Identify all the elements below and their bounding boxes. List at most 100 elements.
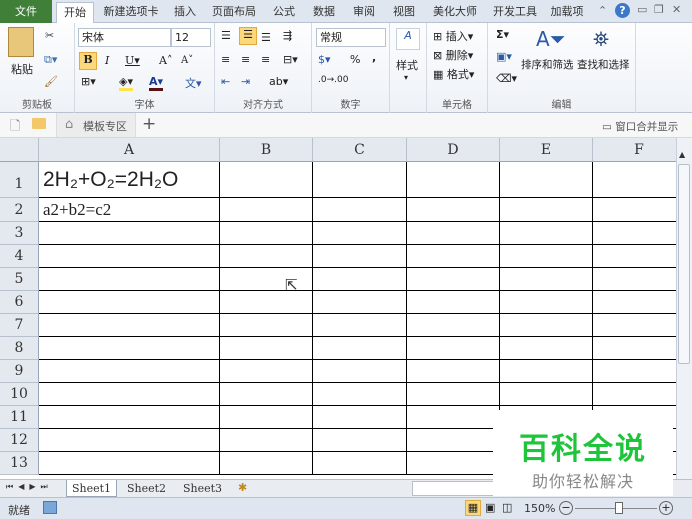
decrease-indent-icon[interactable]: ⇤: [221, 75, 230, 88]
tab-developer[interactable]: 开发工具: [488, 2, 542, 23]
cell-B3[interactable]: [220, 222, 313, 245]
cell-A2[interactable]: a2+b2=c2: [39, 198, 220, 222]
align-center-icon[interactable]: ≡: [241, 53, 250, 66]
cell-A10[interactable]: [39, 383, 220, 406]
font-size-select[interactable]: 12: [171, 28, 211, 47]
cell-D9[interactable]: [407, 360, 500, 383]
cell-C7[interactable]: [313, 314, 407, 337]
cell-D6[interactable]: [407, 291, 500, 314]
cell-D11[interactable]: [407, 406, 500, 429]
font-name-select[interactable]: 宋体: [78, 28, 171, 47]
column-header-C[interactable]: C: [313, 138, 407, 162]
comma-button[interactable]: ,: [372, 51, 376, 64]
row-header-9[interactable]: 9: [0, 360, 39, 383]
cell-A6[interactable]: [39, 291, 220, 314]
align-top-icon[interactable]: ☰: [221, 29, 231, 42]
cell-C1[interactable]: [313, 162, 407, 198]
paste-button[interactable]: 粘贴: [11, 61, 33, 77]
cell-A11[interactable]: [39, 406, 220, 429]
zoom-out-button[interactable]: −: [559, 501, 573, 515]
row-header-1[interactable]: 1: [0, 162, 39, 198]
open-folder-icon[interactable]: [32, 118, 46, 129]
row-header-7[interactable]: 7: [0, 314, 39, 337]
cell-D8[interactable]: [407, 337, 500, 360]
row-header-10[interactable]: 10: [0, 383, 39, 406]
cell-D13[interactable]: [407, 452, 500, 475]
orientation-icon[interactable]: ab▾: [269, 75, 288, 88]
cell-A4[interactable]: [39, 245, 220, 268]
increase-indent-icon[interactable]: ⇥: [241, 75, 250, 88]
cell-B13[interactable]: [220, 452, 313, 475]
macro-record-icon[interactable]: [43, 501, 57, 514]
cell-C11[interactable]: [313, 406, 407, 429]
sheet-tab-2[interactable]: Sheet2: [122, 480, 171, 497]
column-header-A[interactable]: A: [39, 138, 220, 162]
merge-window-button[interactable]: ▭ 窗口合并显示: [602, 119, 678, 134]
align-middle-icon[interactable]: ☰: [239, 27, 257, 45]
borders-icon[interactable]: ⊞▾: [81, 75, 96, 88]
normal-view-icon[interactable]: ▦: [465, 500, 481, 516]
cell-A3[interactable]: [39, 222, 220, 245]
cell-F10[interactable]: [593, 383, 676, 406]
cell-B9[interactable]: [220, 360, 313, 383]
insert-sheet-icon[interactable]: ✱: [238, 481, 247, 494]
cell-C6[interactable]: [313, 291, 407, 314]
row-header-4[interactable]: 4: [0, 245, 39, 268]
tab-file[interactable]: 文件: [0, 0, 52, 23]
cut-icon[interactable]: ✂: [45, 29, 54, 42]
autosum-button[interactable]: Σ▾: [496, 28, 509, 41]
delete-cells-button[interactable]: ⊠ 删除▾: [433, 47, 473, 63]
cell-A1[interactable]: 2H₂+O₂=2H₂O: [39, 162, 220, 198]
row-header-2[interactable]: 2: [0, 198, 39, 222]
column-header-E[interactable]: E: [500, 138, 593, 162]
cell-E8[interactable]: [500, 337, 593, 360]
merge-center-icon[interactable]: ⊟▾: [283, 53, 298, 66]
sheet-nav-icons[interactable]: ⏮◀▶⏭: [6, 482, 53, 492]
tab-home[interactable]: 开始: [56, 2, 94, 24]
format-painter-icon[interactable]: 🖌: [44, 75, 58, 88]
format-cells-button[interactable]: ▦ 格式▾: [433, 66, 474, 82]
cell-D1[interactable]: [407, 162, 500, 198]
cell-F1[interactable]: [593, 162, 676, 198]
row-header-12[interactable]: 12: [0, 429, 39, 452]
cell-F8[interactable]: [593, 337, 676, 360]
cell-B8[interactable]: [220, 337, 313, 360]
phonetic-icon[interactable]: 文▾: [185, 75, 202, 91]
cell-B10[interactable]: [220, 383, 313, 406]
align-right-icon[interactable]: ≡: [261, 53, 270, 66]
sheet-tab-1[interactable]: Sheet1: [66, 480, 118, 497]
increase-decimal-icon[interactable]: .0→.00: [318, 75, 348, 85]
cell-D7[interactable]: [407, 314, 500, 337]
cell-F3[interactable]: [593, 222, 676, 245]
tab-addins[interactable]: 加载项: [546, 2, 588, 23]
zoom-slider-thumb[interactable]: [615, 502, 623, 514]
align-bottom-icon[interactable]: ☰: [261, 31, 271, 44]
tab-beautify[interactable]: 美化大师: [426, 2, 484, 23]
restore-icon[interactable]: ❐: [654, 3, 664, 16]
tab-insert[interactable]: 插入: [168, 2, 202, 23]
add-tab-button[interactable]: +: [142, 114, 156, 134]
grow-font-button[interactable]: A˄: [159, 54, 172, 67]
cell-C13[interactable]: [313, 452, 407, 475]
cell-C3[interactable]: [313, 222, 407, 245]
cell-C10[interactable]: [313, 383, 407, 406]
cell-B2[interactable]: [220, 198, 313, 222]
select-all-corner[interactable]: [0, 138, 39, 162]
cell-C2[interactable]: [313, 198, 407, 222]
cell-E2[interactable]: [500, 198, 593, 222]
zoom-in-button[interactable]: +: [659, 501, 673, 515]
underline-button[interactable]: U▾: [125, 54, 140, 67]
cell-E7[interactable]: [500, 314, 593, 337]
wrap-text-icon[interactable]: ⇶: [283, 29, 292, 42]
zoom-level[interactable]: 150%: [524, 502, 555, 515]
cell-C9[interactable]: [313, 360, 407, 383]
cell-E10[interactable]: [500, 383, 593, 406]
cell-B4[interactable]: [220, 245, 313, 268]
bold-button[interactable]: B: [79, 52, 97, 70]
cell-B1[interactable]: [220, 162, 313, 198]
row-header-5[interactable]: 5: [0, 268, 39, 291]
cell-E9[interactable]: [500, 360, 593, 383]
clear-icon[interactable]: ⌫▾: [496, 72, 517, 85]
cell-D5[interactable]: [407, 268, 500, 291]
cell-D4[interactable]: [407, 245, 500, 268]
